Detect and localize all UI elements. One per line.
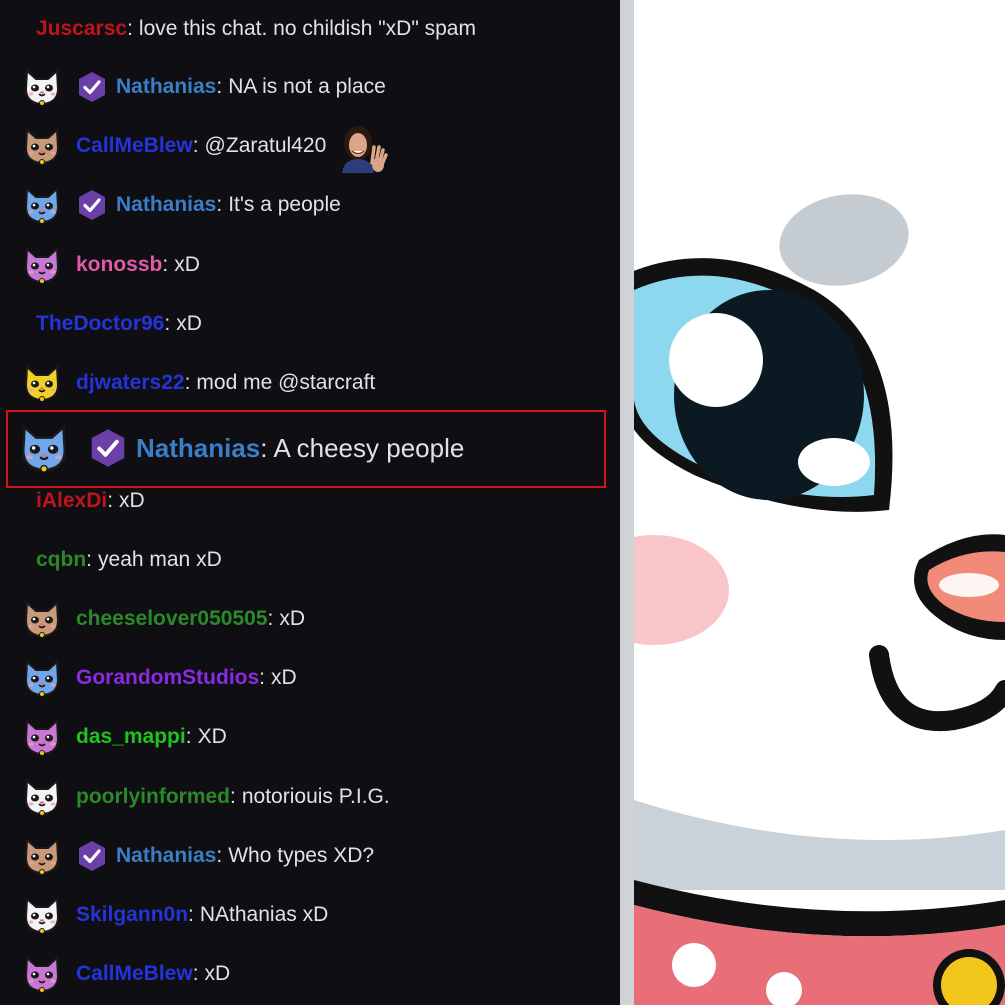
- tan-cat-avatar-icon[interactable]: [22, 836, 62, 876]
- username-link[interactable]: djwaters22: [76, 371, 185, 395]
- username-separator: :: [86, 548, 93, 571]
- tan-cat-avatar-icon[interactable]: [22, 126, 62, 166]
- username-separator: :: [216, 75, 223, 98]
- pink-cat-avatar-icon[interactable]: [22, 717, 62, 757]
- username-separator: :: [192, 962, 199, 985]
- username-link[interactable]: cheeselover050505: [76, 607, 268, 631]
- message-text: It's a people: [228, 193, 341, 216]
- pink-cat-avatar-icon[interactable]: [22, 954, 62, 994]
- waving-woman-emote-icon[interactable]: [334, 119, 389, 173]
- chat-message: Nathanias: NA is not a place: [0, 58, 610, 116]
- username-link[interactable]: cqbn: [36, 548, 86, 572]
- chat-message: cqbn: yeah man xD: [0, 531, 610, 589]
- message-text: yeah man xD: [98, 548, 222, 571]
- username-link[interactable]: Nathanias: [116, 193, 216, 217]
- username-link[interactable]: TheDoctor96: [36, 312, 164, 336]
- chat-message: Juscarsc: love this chat. no childish "xD…: [0, 0, 610, 58]
- username-separator: :: [216, 844, 223, 867]
- username-link[interactable]: Skilgann0n: [76, 903, 188, 927]
- white-cat-avatar-icon[interactable]: [22, 777, 62, 817]
- message-text: love this chat. no childish "xD" spam: [138, 17, 476, 40]
- username-link[interactable]: poorlyinformed: [76, 785, 230, 809]
- chat-message: Nathanias: Who types XD?: [0, 827, 610, 885]
- username-separator: :: [192, 134, 199, 157]
- blue-cat-avatar-icon[interactable]: [22, 185, 62, 225]
- chat-message: GorandomStudios: xD: [0, 649, 610, 707]
- panel-divider: [620, 0, 634, 1005]
- username-link[interactable]: Nathanias: [116, 75, 216, 99]
- chat-message: CallMeBlew: xD: [0, 945, 610, 1003]
- message-text: xD: [174, 253, 200, 276]
- username-link[interactable]: konossb: [76, 253, 162, 277]
- blue-cat-avatar-icon[interactable]: [22, 658, 62, 698]
- message-text: xD: [271, 666, 297, 689]
- username-separator: :: [259, 666, 266, 689]
- white-cat-avatar-icon[interactable]: [22, 895, 62, 935]
- message-text: xD: [279, 607, 306, 630]
- message-text: @Zaratul420: [204, 134, 327, 157]
- username-link[interactable]: Nathanias: [116, 844, 216, 868]
- tan-cat-avatar-icon[interactable]: [22, 599, 62, 639]
- message-text: NAthanias xD: [199, 903, 329, 926]
- chat-panel: Juscarsc: love this chat. no childish "xD…: [0, 0, 620, 1005]
- message-text: mod me @starcraft: [196, 371, 376, 394]
- username-link[interactable]: das_mappi: [76, 725, 186, 749]
- message-text: notoriouis P.I.G.: [241, 785, 390, 808]
- chat-message: TheDoctor96: xD: [0, 295, 610, 353]
- username-link[interactable]: iAlexDi: [36, 489, 107, 513]
- highlighted-message-frame: [6, 410, 606, 488]
- verified-badge-icon[interactable]: [76, 189, 108, 221]
- white-cat-avatar-icon[interactable]: [22, 67, 62, 107]
- message-text: xD: [176, 312, 202, 335]
- username-separator: :: [162, 253, 169, 276]
- chat-message: Nathanias: It's a people: [0, 176, 610, 234]
- message-text: XD: [197, 725, 227, 748]
- chat-message: konossb: xD: [0, 236, 610, 294]
- chat-message: CallMeBlew: @Zaratul420: [0, 117, 610, 175]
- message-text: xD: [204, 962, 231, 985]
- chat-message: poorlyinformed: notoriouis P.I.G.: [0, 768, 610, 826]
- username-separator: :: [127, 17, 133, 40]
- message-text: Who types XD?: [228, 844, 375, 867]
- username-link[interactable]: Juscarsc: [36, 17, 127, 41]
- username-separator: :: [188, 903, 194, 926]
- yellow-cat-avatar-icon[interactable]: [22, 363, 62, 403]
- verified-badge-icon[interactable]: [76, 840, 108, 872]
- username-separator: :: [185, 725, 192, 748]
- message-text: NA is not a place: [228, 75, 386, 98]
- username-separator: :: [230, 785, 236, 808]
- verified-badge-icon[interactable]: [76, 71, 108, 103]
- username-separator: :: [107, 489, 114, 512]
- username-separator: :: [164, 312, 171, 335]
- pink-cat-avatar-icon[interactable]: [22, 245, 62, 285]
- username-separator: :: [216, 193, 223, 216]
- chat-message: djwaters22: mod me @starcraft: [0, 354, 610, 412]
- username-link[interactable]: CallMeBlew: [76, 962, 193, 986]
- giant-white-cat-emote: [634, 0, 1005, 1005]
- username-separator: :: [267, 607, 274, 630]
- username-separator: :: [184, 371, 191, 394]
- username-link[interactable]: GorandomStudios: [76, 666, 259, 690]
- message-text: xD: [119, 489, 145, 512]
- chat-message: Skilgann0n: NAthanias xD: [0, 886, 610, 944]
- chat-message: cheeselover050505: xD: [0, 590, 610, 648]
- chat-message: das_mappi: XD: [0, 708, 610, 766]
- username-link[interactable]: CallMeBlew: [76, 134, 193, 158]
